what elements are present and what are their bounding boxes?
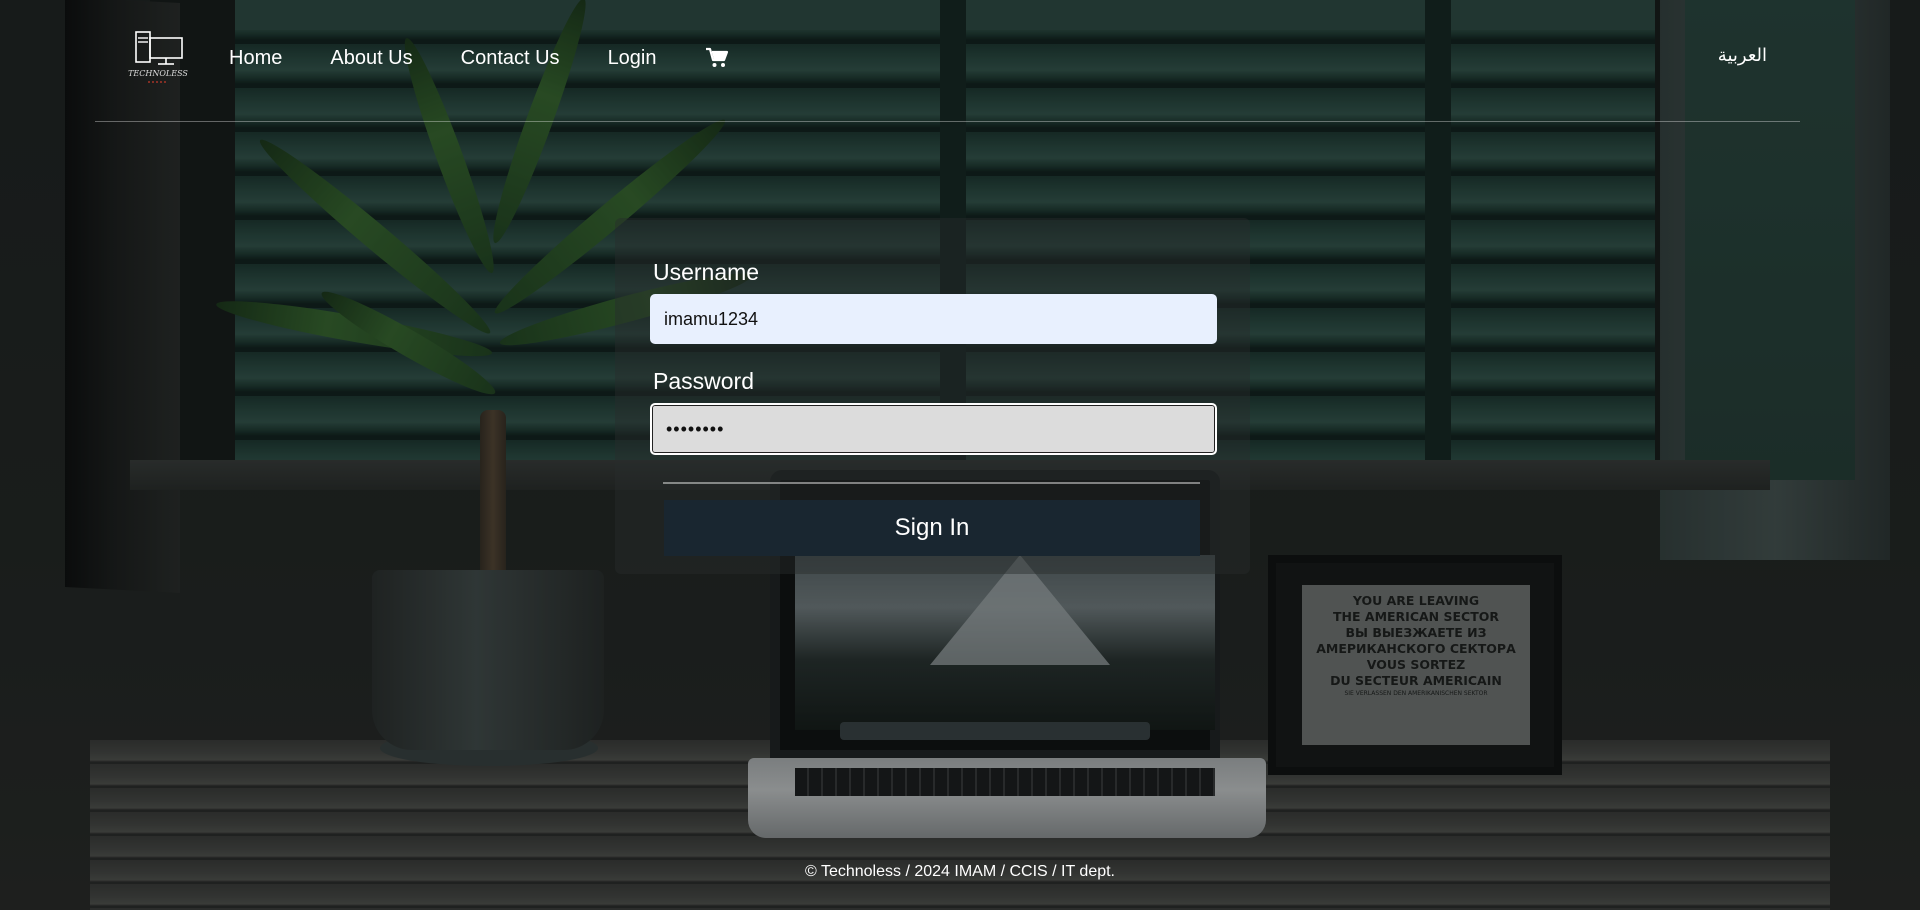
- nav-home-link[interactable]: Home: [229, 46, 282, 70]
- nav-login-link[interactable]: Login: [608, 46, 657, 70]
- cart-icon[interactable]: [705, 47, 729, 69]
- site-logo[interactable]: TECHNOLESS: [128, 28, 188, 88]
- language-switch-link[interactable]: العربية: [1718, 45, 1767, 66]
- nav-about-link[interactable]: About Us: [330, 46, 412, 70]
- nav-contact-link[interactable]: Contact Us: [461, 46, 560, 70]
- footer-copyright: © Technoless / 2024 IMAM / CCIS / IT dep…: [805, 863, 1115, 880]
- computer-logo-icon: TECHNOLESS: [128, 31, 188, 83]
- sign-in-button[interactable]: Sign In: [664, 500, 1200, 556]
- password-label: Password: [653, 368, 754, 394]
- username-input[interactable]: [650, 294, 1217, 344]
- logo-text: TECHNOLESS: [128, 69, 188, 78]
- navbar: TECHNOLESS Home About Us Contact Us Logi…: [95, 0, 1800, 122]
- username-label: Username: [653, 259, 760, 285]
- form-divider: [663, 482, 1200, 484]
- nav-links: Home About Us Contact Us Login: [229, 46, 729, 70]
- password-input[interactable]: [650, 403, 1217, 455]
